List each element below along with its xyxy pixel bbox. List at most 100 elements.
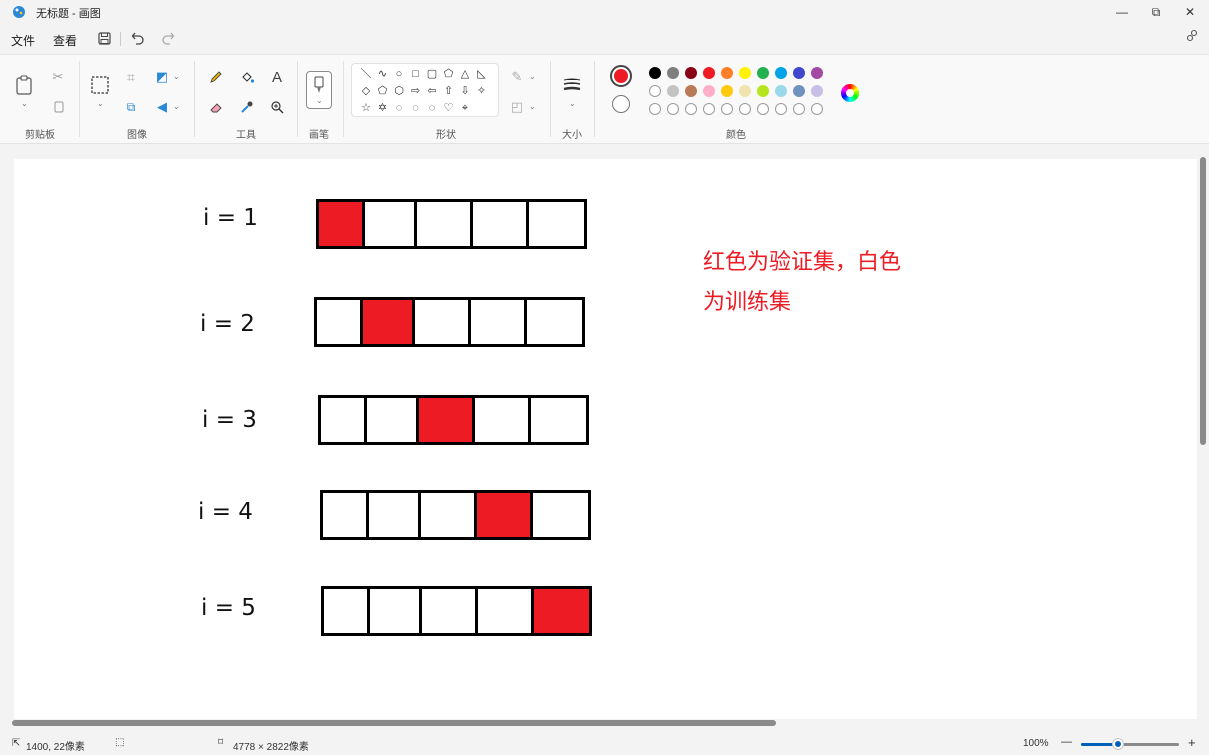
palette-color-swatch[interactable]	[703, 67, 715, 79]
size-dropdown-chevron-icon[interactable]: ⌄	[569, 99, 576, 108]
shape-option[interactable]: ⇧	[442, 84, 456, 98]
flip-icon[interactable]: ◀	[152, 97, 172, 117]
eraser-icon[interactable]	[206, 97, 226, 117]
shape-outline-icon[interactable]: ✎	[507, 67, 527, 87]
palette-color-swatch[interactable]	[703, 85, 715, 97]
palette-color-swatch[interactable]	[649, 67, 661, 79]
shape-option[interactable]: ☆	[359, 101, 373, 115]
brushes-dropdown-chevron-icon[interactable]: ⌄	[316, 96, 323, 105]
shape-option[interactable]: ◌	[425, 101, 439, 115]
custom-color-slot[interactable]	[793, 103, 805, 115]
shape-option[interactable]: ○	[392, 67, 406, 81]
shape-option[interactable]: ◺	[475, 67, 489, 81]
paste-icon[interactable]	[14, 75, 34, 95]
palette-color-swatch[interactable]	[793, 67, 805, 79]
shape-option[interactable]: △	[458, 67, 472, 81]
palette-color-swatch[interactable]	[739, 85, 751, 97]
select-icon[interactable]	[90, 75, 110, 95]
resize-icon[interactable]: ⧉	[121, 97, 141, 117]
color-picker-icon[interactable]	[237, 97, 257, 117]
menu-view[interactable]: 查看	[53, 32, 77, 49]
outline-dropdown-chevron-icon[interactable]: ⌄	[529, 72, 536, 81]
text-icon[interactable]: A	[267, 67, 287, 87]
fill-icon[interactable]	[237, 67, 257, 87]
custom-color-slot[interactable]	[667, 103, 679, 115]
shape-option[interactable]: ∿	[376, 67, 390, 81]
magnifier-icon[interactable]	[267, 97, 287, 117]
shape-option[interactable]: ⬠	[442, 67, 456, 81]
redo-icon[interactable]	[159, 29, 177, 47]
palette-color-swatch[interactable]	[757, 67, 769, 79]
shape-option[interactable]: ✡	[376, 101, 390, 115]
shape-option[interactable]: ⌖	[458, 101, 472, 115]
shape-option[interactable]: ◌	[409, 101, 423, 115]
copy-icon[interactable]	[48, 97, 68, 117]
select-dropdown-chevron-icon[interactable]: ⌄	[97, 99, 104, 108]
pencil-icon[interactable]	[206, 67, 226, 87]
custom-color-slot[interactable]	[703, 103, 715, 115]
palette-color-swatch[interactable]	[811, 85, 823, 97]
palette-color-swatch[interactable]	[793, 85, 805, 97]
palette-color-swatch[interactable]	[721, 67, 733, 79]
flip-dropdown-chevron-icon[interactable]: ⌄	[173, 102, 180, 111]
menu-file[interactable]: 文件	[11, 32, 35, 49]
palette-color-swatch[interactable]	[685, 85, 697, 97]
palette-color-swatch[interactable]	[685, 67, 697, 79]
palette-color-swatch[interactable]	[811, 67, 823, 79]
fill-dropdown-chevron-icon[interactable]: ⌄	[529, 102, 536, 111]
custom-color-slot[interactable]	[685, 103, 697, 115]
palette-color-swatch[interactable]	[775, 85, 787, 97]
maximize-button[interactable]: ⧉	[1139, 0, 1173, 24]
save-icon[interactable]	[95, 29, 113, 47]
validation-cell	[319, 202, 365, 246]
rotate-icon[interactable]: ◩	[152, 67, 172, 87]
palette-color-swatch[interactable]	[739, 67, 751, 79]
minimize-button[interactable]: —	[1105, 0, 1139, 24]
color-1-swatch[interactable]	[610, 65, 632, 87]
zoom-in-button[interactable]: +	[1188, 735, 1196, 750]
custom-color-slot[interactable]	[739, 103, 751, 115]
custom-color-slot[interactable]	[775, 103, 787, 115]
shape-option[interactable]: ⇩	[458, 84, 472, 98]
group-divider	[550, 61, 551, 137]
paste-dropdown-chevron-icon[interactable]: ⌄	[21, 99, 28, 108]
palette-color-swatch[interactable]	[667, 85, 679, 97]
palette-color-swatch[interactable]	[649, 85, 661, 97]
shape-option[interactable]: □	[409, 67, 423, 81]
edit-colors-icon[interactable]	[841, 84, 859, 102]
palette-color-swatch[interactable]	[775, 67, 787, 79]
rotate-dropdown-chevron-icon[interactable]: ⌄	[173, 72, 180, 81]
size-lines-icon[interactable]	[562, 75, 582, 95]
shape-option[interactable]: ⇨	[409, 84, 423, 98]
vertical-scrollbar-thumb[interactable]	[1200, 157, 1206, 445]
horizontal-scrollbar-thumb[interactable]	[12, 720, 776, 726]
custom-color-slot[interactable]	[721, 103, 733, 115]
palette-color-swatch[interactable]	[667, 67, 679, 79]
crop-icon[interactable]: ⌗	[121, 67, 141, 87]
shape-option[interactable]: ▢	[425, 67, 439, 81]
undo-icon[interactable]	[129, 29, 147, 47]
custom-color-slot[interactable]	[811, 103, 823, 115]
shape-option[interactable]: ⬠	[376, 84, 390, 98]
shape-option[interactable]: ✧	[475, 84, 489, 98]
color-2-swatch[interactable]	[612, 95, 630, 113]
palette-color-swatch[interactable]	[757, 85, 769, 97]
shape-fill-icon[interactable]: ◰	[507, 97, 527, 117]
palette-color-swatch[interactable]	[721, 85, 733, 97]
cut-icon[interactable]: ✂	[48, 67, 68, 87]
drawing-canvas[interactable]: 红色为验证集，白色 为训练集 i = 1 i = 2 i = 3 i = 4 i = 5	[14, 159, 1197, 719]
brushes-button[interactable]: ⌄	[306, 71, 332, 109]
shape-option[interactable]: ◌	[392, 101, 406, 115]
shape-option[interactable]: ♡	[442, 101, 456, 115]
canvas-size: 4778 × 2822像素	[233, 742, 309, 753]
custom-color-slot[interactable]	[649, 103, 661, 115]
shape-option[interactable]: ＼	[359, 67, 373, 81]
custom-color-slot[interactable]	[757, 103, 769, 115]
zoom-slider-thumb[interactable]	[1113, 739, 1123, 749]
shape-option[interactable]: ◇	[359, 84, 373, 98]
shape-option[interactable]: ⬡	[392, 84, 406, 98]
shape-option[interactable]: ⇦	[425, 84, 439, 98]
zoom-out-button[interactable]: —	[1061, 736, 1072, 748]
close-button[interactable]: ✕	[1173, 0, 1207, 24]
share-icon[interactable]	[1185, 29, 1203, 47]
